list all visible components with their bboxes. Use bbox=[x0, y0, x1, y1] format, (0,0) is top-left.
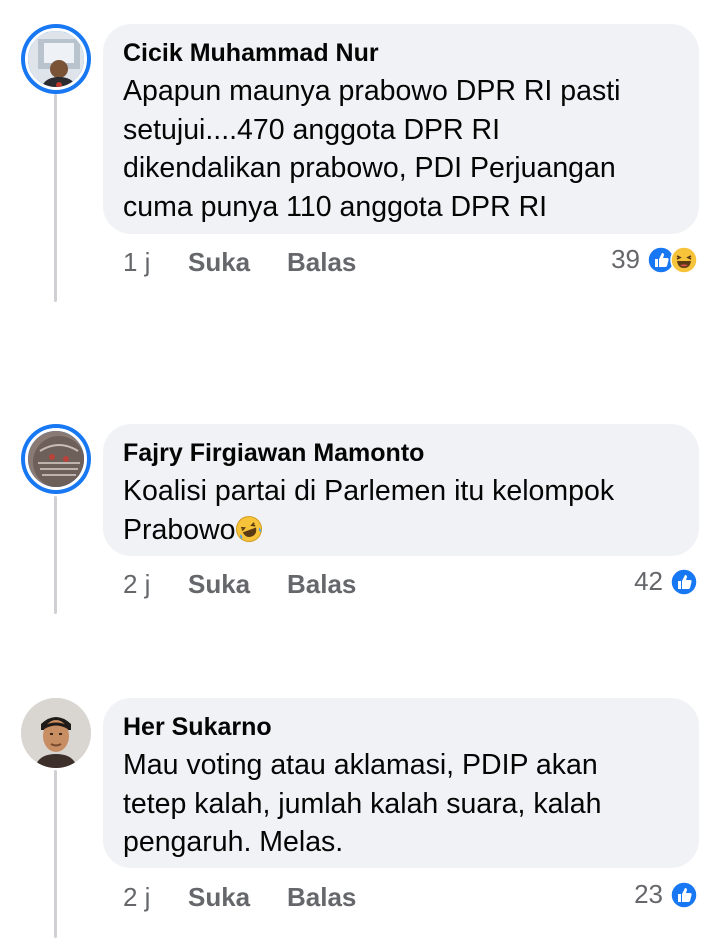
avatar-image bbox=[21, 698, 91, 768]
reply-button[interactable]: Balas bbox=[287, 247, 356, 278]
avatar-2[interactable] bbox=[21, 424, 91, 494]
timestamp[interactable]: 2 j bbox=[123, 882, 150, 913]
thread-line bbox=[54, 770, 57, 938]
comment-text: Koalisi partai di Parlemen itu kelompok … bbox=[123, 472, 679, 549]
like-button[interactable]: Suka bbox=[188, 882, 250, 913]
comment-3: Her Sukarno Mau voting atau aklamasi, PD… bbox=[0, 674, 720, 938]
like-icon bbox=[670, 880, 698, 909]
reaction-count: 39 bbox=[611, 244, 640, 274]
like-button[interactable]: Suka bbox=[188, 247, 250, 278]
timestamp[interactable]: 1 j bbox=[123, 247, 150, 278]
reaction-summary[interactable]: 42 bbox=[634, 566, 698, 597]
comment-text: Apapun maunya prabowo DPR RI pasti setuj… bbox=[123, 75, 621, 223]
comment-bubble[interactable]: Fajry Firgiawan Mamonto Koalisi partai d… bbox=[103, 424, 699, 556]
haha-icon bbox=[670, 245, 698, 274]
reaction-count: 23 bbox=[634, 879, 663, 909]
reply-button[interactable]: Balas bbox=[287, 569, 356, 600]
rolling-laughing-emoji bbox=[235, 515, 263, 543]
comment-2: Fajry Firgiawan Mamonto Koalisi partai d… bbox=[0, 400, 720, 640]
author-name[interactable]: Fajry Firgiawan Mamonto bbox=[123, 438, 679, 468]
comment-bubble[interactable]: Cicik Muhammad Nur Apapun maunya prabowo… bbox=[103, 24, 699, 234]
like-icon bbox=[670, 567, 698, 596]
timestamp[interactable]: 2 j bbox=[123, 569, 150, 600]
like-button[interactable]: Suka bbox=[188, 569, 250, 600]
reaction-count: 42 bbox=[634, 566, 663, 596]
author-name[interactable]: Cicik Muhammad Nur bbox=[123, 38, 679, 68]
avatar-image bbox=[25, 28, 87, 90]
thread-line bbox=[54, 94, 57, 302]
reply-button[interactable]: Balas bbox=[287, 882, 356, 913]
comment-text-content: Koalisi partai di Parlemen itu kelompok … bbox=[123, 475, 615, 546]
avatar-image bbox=[25, 428, 87, 490]
author-name[interactable]: Her Sukarno bbox=[123, 712, 679, 742]
reaction-summary[interactable]: 23 bbox=[634, 879, 698, 910]
thread-line bbox=[54, 496, 57, 614]
comment-1: Cicik Muhammad Nur Apapun maunya prabowo… bbox=[0, 0, 720, 340]
comment-text: Mau voting atau aklamasi, PDIP akan tete… bbox=[123, 749, 602, 858]
comment-bubble[interactable]: Her Sukarno Mau voting atau aklamasi, PD… bbox=[103, 698, 699, 868]
avatar-1[interactable] bbox=[21, 24, 91, 94]
avatar-3[interactable] bbox=[21, 698, 91, 768]
reaction-summary[interactable]: 39 bbox=[611, 244, 698, 275]
